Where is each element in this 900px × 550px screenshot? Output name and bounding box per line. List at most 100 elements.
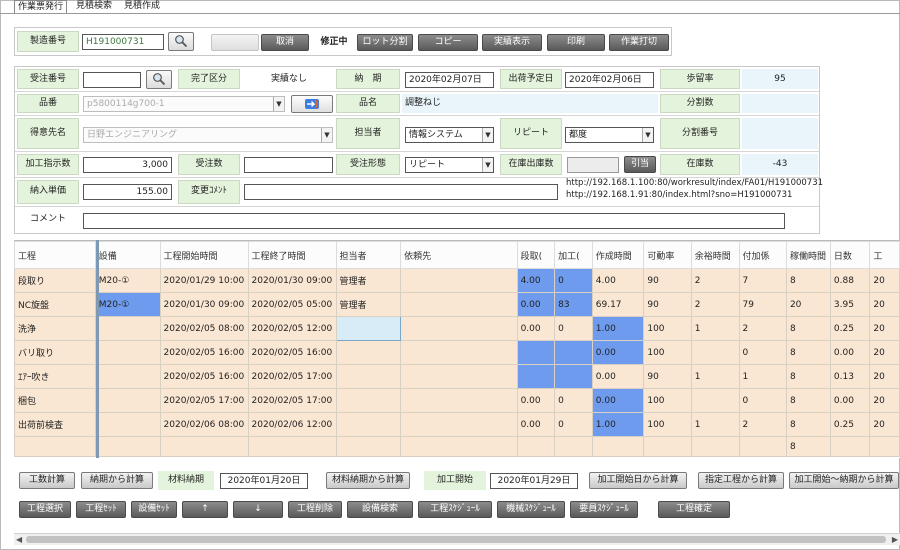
- sagyou-uchikiri-button[interactable]: 作業打切: [609, 34, 669, 51]
- table-cell[interactable]: 8: [785, 340, 831, 365]
- hikiate-button[interactable]: 引当: [624, 156, 656, 173]
- table-cell[interactable]: [400, 388, 518, 413]
- table-cell[interactable]: 20: [869, 340, 900, 365]
- scroll-left-icon[interactable]: ◀: [16, 534, 22, 545]
- table-cell[interactable]: NC旋盤: [14, 292, 96, 317]
- koutei-sakujo-button[interactable]: 工程削除: [288, 501, 342, 518]
- table-cell[interactable]: 2020/02/05 05:00: [247, 292, 337, 317]
- table-cell[interactable]: 2: [738, 412, 787, 437]
- table-cell[interactable]: 2020/01/30 09:00: [247, 268, 337, 293]
- table-cell[interactable]: 1: [738, 364, 787, 389]
- table-cell[interactable]: 20: [869, 364, 900, 389]
- setsubi-kensaku-button[interactable]: 設備検索: [347, 501, 413, 518]
- table-cell[interactable]: 1: [690, 412, 740, 437]
- col-header[interactable]: 依頼先: [400, 241, 518, 269]
- table-cell[interactable]: 20: [869, 316, 900, 341]
- table-cell[interactable]: 8: [785, 388, 831, 413]
- tab-mitsumori-sakusei[interactable]: 見積作成: [121, 0, 163, 14]
- table-cell[interactable]: 83: [554, 292, 593, 317]
- juchusu-input[interactable]: [244, 157, 333, 173]
- tanka-input[interactable]: 155.00: [83, 184, 172, 200]
- table-cell[interactable]: 2020/02/05 16:00: [247, 340, 337, 365]
- table-cell[interactable]: [94, 364, 161, 389]
- table-cell[interactable]: 20: [869, 292, 900, 317]
- col-header[interactable]: 段取(: [516, 241, 556, 269]
- table-cell[interactable]: 2020/02/06 08:00: [159, 412, 249, 437]
- scroll-right-icon[interactable]: ▶: [892, 534, 898, 545]
- table-cell[interactable]: 0: [554, 388, 593, 413]
- copy-button[interactable]: コピー: [418, 34, 478, 51]
- table-cell[interactable]: 100: [643, 412, 692, 437]
- table-row[interactable]: 段取り M20-① 2020/01/29 10:00 2020/01/30 09:00…: [14, 268, 900, 293]
- col-header[interactable]: 工程開始時間: [159, 241, 249, 269]
- table-cell[interactable]: 4.00: [516, 268, 556, 293]
- kosu-keisan-button[interactable]: 工数計算: [19, 472, 75, 489]
- col-header[interactable]: 工: [869, 241, 900, 269]
- url-workresult[interactable]: http://192.168.1.100:80/workresult/index…: [566, 178, 823, 189]
- table-cell[interactable]: 0: [554, 268, 593, 293]
- table-cell[interactable]: [335, 340, 402, 365]
- table-cell[interactable]: 2020/02/06 12:00: [247, 412, 337, 437]
- table-cell[interactable]: 0: [554, 316, 593, 341]
- table-cell[interactable]: [94, 412, 161, 437]
- table-cell[interactable]: 管理者: [335, 268, 402, 293]
- table-cell[interactable]: 8: [785, 364, 831, 389]
- koutei-kakutei-button[interactable]: 工程確定: [658, 501, 730, 518]
- table-cell[interactable]: 20: [785, 292, 831, 317]
- table-cell[interactable]: 2020/02/05 17:00: [159, 388, 249, 413]
- table-cell[interactable]: 100: [643, 316, 692, 341]
- repeat-select[interactable]: 都度 ▼: [565, 127, 654, 143]
- table-row[interactable]: 出荷前検査 2020/02/06 08:00 2020/02/06 12:00 0.0…: [14, 412, 900, 437]
- juchu-input[interactable]: [83, 72, 141, 88]
- table-cell[interactable]: [400, 364, 518, 389]
- shitei-keisan-button[interactable]: 指定工程から計算: [698, 472, 784, 489]
- table-cell[interactable]: [400, 316, 518, 341]
- table-cell[interactable]: 79: [738, 292, 787, 317]
- jisseki-button[interactable]: 実績表示: [482, 34, 542, 51]
- move-up-button[interactable]: ↑: [182, 501, 228, 518]
- col-header[interactable]: 設備: [94, 241, 161, 269]
- table-row[interactable]: 梱包 2020/02/05 17:00 2020/02/05 17:00 0.00 0 0…: [14, 388, 900, 413]
- table-cell[interactable]: 0.13: [829, 364, 871, 389]
- table-cell[interactable]: [516, 364, 556, 389]
- table-cell[interactable]: 洗浄: [14, 316, 96, 341]
- horizontal-scrollbar[interactable]: ◀ ▶: [14, 533, 900, 545]
- lot-split-button[interactable]: ロット分割: [357, 34, 413, 51]
- table-cell[interactable]: 90: [643, 364, 692, 389]
- table-cell[interactable]: 0.00: [516, 388, 556, 413]
- table-cell[interactable]: 4.00: [591, 268, 645, 293]
- table-cell[interactable]: 0.25: [829, 412, 871, 437]
- zairyo-nouki-input[interactable]: 2020年01月20日: [220, 473, 308, 489]
- table-cell[interactable]: [400, 268, 518, 293]
- kikai-schedule-button[interactable]: 機械ｽｹｼﾞｭｰﾙ: [497, 501, 565, 518]
- col-header[interactable]: 工程: [14, 241, 96, 269]
- col-header[interactable]: 付加係: [738, 241, 787, 269]
- col-header[interactable]: 加工(: [554, 241, 593, 269]
- table-cell[interactable]: 2020/01/30 09:00: [159, 292, 249, 317]
- table-cell[interactable]: 0.00: [829, 340, 871, 365]
- col-header[interactable]: 稼働時間: [785, 241, 831, 269]
- table-cell[interactable]: [335, 388, 402, 413]
- url-index[interactable]: http://192.168.1.91:80/index.html?sno=H1…: [566, 190, 792, 201]
- table-cell[interactable]: 20: [869, 388, 900, 413]
- table-cell[interactable]: 2020/02/05 16:00: [159, 364, 249, 389]
- nouki-keisan-button[interactable]: 納期から計算: [81, 472, 153, 489]
- table-cell[interactable]: ｴｱｰ吹き: [14, 364, 96, 389]
- col-header[interactable]: 可動率: [643, 241, 692, 269]
- tab-sagyouhyo[interactable]: 作業票発行: [14, 0, 68, 14]
- table-cell[interactable]: [554, 340, 593, 365]
- table-row[interactable]: 洗浄 2020/02/05 08:00 2020/02/05 12:00 0.00 0 1…: [14, 316, 900, 341]
- shukka-input[interactable]: 2020年02月06日: [565, 72, 654, 88]
- table-cell[interactable]: 2: [738, 316, 787, 341]
- koutei-set-button[interactable]: 工程ｾｯﾄ: [76, 501, 126, 518]
- table-cell[interactable]: 0.00: [516, 316, 556, 341]
- table-cell[interactable]: 2020/02/05 08:00: [159, 316, 249, 341]
- table-cell[interactable]: 90: [643, 292, 692, 317]
- table-cell[interactable]: 1.00: [591, 316, 645, 341]
- table-cell[interactable]: バリ取り: [14, 340, 96, 365]
- table-cell[interactable]: [690, 340, 740, 365]
- table-cell[interactable]: 梱包: [14, 388, 96, 413]
- table-cell[interactable]: 0.00: [516, 292, 556, 317]
- koutei-schedule-button[interactable]: 工程ｽｹｼﾞｭｰﾙ: [418, 501, 492, 518]
- table-cell[interactable]: [94, 340, 161, 365]
